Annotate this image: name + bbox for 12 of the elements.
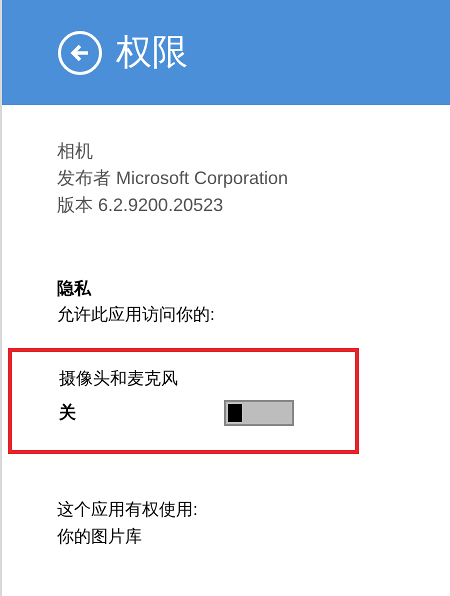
permission-label: 摄像头和麦克风 bbox=[59, 368, 179, 390]
page-title: 权限 bbox=[116, 30, 188, 74]
section-heading: 这个应用有权使用: bbox=[57, 499, 199, 521]
version-text: 版本 6.2.9200.20523 bbox=[57, 194, 224, 217]
description-text: 允许此应用访问你的: bbox=[57, 304, 216, 326]
toggle-state: 关 bbox=[59, 402, 77, 424]
app-name: 相机 bbox=[57, 140, 94, 163]
back-icon[interactable] bbox=[58, 30, 102, 74]
section-heading: 隐私 bbox=[57, 278, 92, 300]
toggle-switch[interactable] bbox=[224, 400, 294, 426]
capability-item: 你的图片库 bbox=[57, 526, 143, 548]
publisher-text: 发布者 Microsoft Corporation bbox=[57, 167, 290, 190]
